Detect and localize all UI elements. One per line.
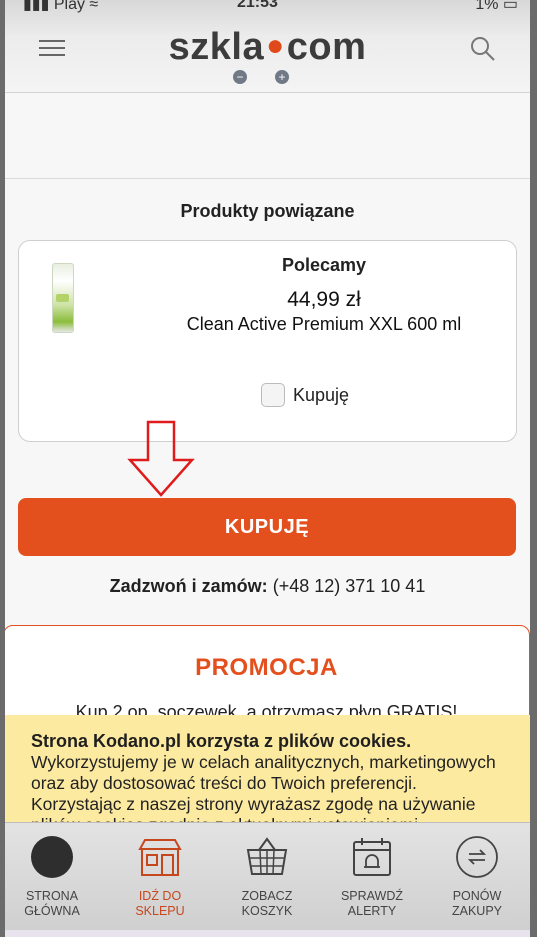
nav-alerts[interactable]: SPRAWDŹ ALERTY	[327, 831, 417, 919]
down-arrow-icon	[127, 420, 195, 497]
nav-home-line1: STRONA	[25, 889, 79, 903]
nav-store-line2: SKLEPU	[135, 904, 185, 918]
logo-dot-icon: ●	[266, 29, 285, 62]
browser-bottom-strip	[5, 930, 530, 937]
zoom-in-icon[interactable]: +	[275, 70, 289, 84]
call-label: Zadzwoń i zamów:	[109, 576, 268, 596]
nav-basket-line1: ZOBACZ	[241, 889, 293, 903]
status-bar: ▮▮▮ Play ≈ 21:53 1% ▭	[5, 0, 530, 14]
call-to-order: Zadzwoń i zamów: (+48 12) 371 10 41	[5, 576, 530, 597]
nav-reorder-line1: PONÓW	[452, 889, 502, 903]
alert-calendar-icon	[353, 838, 391, 876]
recommended-label: Polecamy	[281, 255, 367, 275]
bottom-navigation: STRONA GŁÓWNA IDŹ DO SKLEPU ZOBACZ KOSZY…	[5, 822, 530, 933]
nav-reorder-line2: ZAKUPY	[451, 904, 502, 918]
related-products-title: Produkty powiązane	[180, 201, 355, 221]
buy-checkbox-row[interactable]: Kupuję	[261, 383, 349, 407]
product-name[interactable]: Clean Active Premium XXL 600 ml	[139, 314, 509, 335]
status-time: 21:53	[237, 0, 278, 11]
buy-checkbox[interactable]	[261, 383, 285, 407]
nav-reorder[interactable]: PONÓW ZAKUPY	[432, 831, 522, 919]
related-product-card: Polecamy 44,99 zł Clean Active Premium X…	[18, 240, 517, 442]
buy-button[interactable]: KUPUJĘ	[18, 498, 516, 556]
phone-number-link[interactable]: (+48 12) 371 10 41	[273, 576, 426, 596]
battery-percent: 1%	[475, 0, 499, 13]
logo-text-right: com	[286, 26, 367, 68]
promo-title: PROMOCJA	[195, 654, 338, 681]
phone-screen: ▮▮▮ Play ≈ 21:53 1% ▭ szkla●com Produkty…	[5, 0, 530, 937]
site-logo[interactable]: szkla●com	[5, 26, 530, 69]
battery-level: 1% ▭	[475, 0, 518, 14]
nav-basket[interactable]: ZOBACZ KOSZYK	[222, 831, 312, 919]
buy-checkbox-label: Kupuję	[293, 384, 350, 405]
search-icon[interactable]	[470, 36, 496, 62]
basket-icon	[246, 837, 288, 875]
product-bottle-image[interactable]	[52, 263, 74, 333]
section-divider	[5, 178, 530, 179]
cookie-text: Wykorzystujemy je w celach analitycznych…	[31, 752, 496, 825]
nav-store[interactable]: IDŹ DO SKLEPU	[115, 831, 205, 919]
carrier-label: ▮▮▮ Play ≈	[23, 0, 98, 14]
carrier-name: Play	[53, 0, 85, 13]
home-icon	[31, 836, 73, 878]
nav-alerts-line2: ALERTY	[347, 904, 397, 918]
nav-home-line2: GŁÓWNA	[24, 904, 80, 918]
logo-text-left: szkla	[168, 26, 265, 68]
store-icon	[138, 839, 182, 876]
repeat-icon	[456, 836, 498, 878]
product-price: 44,99 zł	[287, 288, 361, 311]
cookie-banner: Strona Kodano.pl korzysta z plików cooki…	[5, 715, 530, 825]
app-header: ▮▮▮ Play ≈ 21:53 1% ▭ szkla●com	[5, 0, 530, 93]
nav-home[interactable]: STRONA GŁÓWNA	[7, 831, 97, 919]
nav-basket-line2: KOSZYK	[241, 904, 293, 918]
nav-store-line1: IDŹ DO	[138, 889, 182, 903]
cookie-title: Strona Kodano.pl korzysta z plików cooki…	[31, 731, 412, 751]
zoom-out-icon[interactable]: −	[233, 70, 247, 84]
nav-alerts-line1: SPRAWDŹ	[340, 889, 404, 903]
